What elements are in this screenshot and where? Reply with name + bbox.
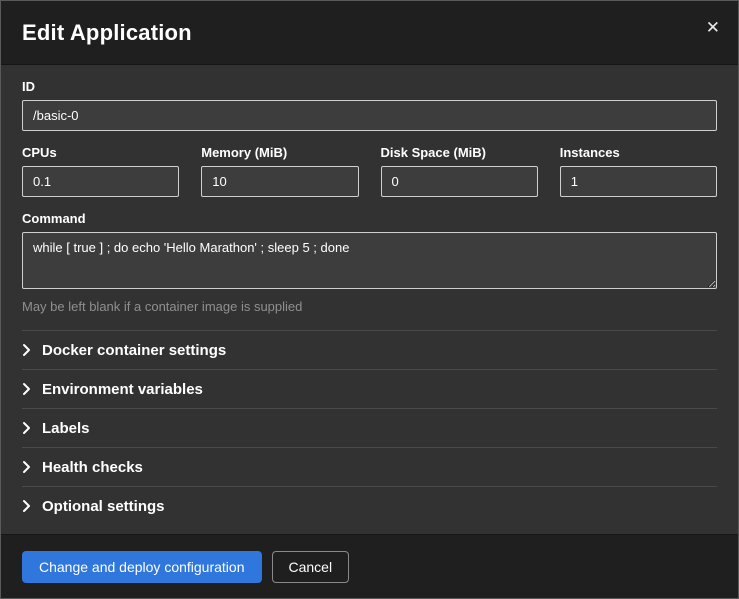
section-optional-settings[interactable]: Optional settings	[22, 486, 717, 525]
memory-label: Memory (MiB)	[201, 145, 358, 160]
chevron-right-icon	[22, 499, 38, 513]
modal-title: Edit Application	[22, 20, 192, 46]
section-label: Optional settings	[42, 498, 165, 515]
section-docker-container-settings[interactable]: Docker container settings	[22, 330, 717, 369]
edit-application-modal: Edit Application ✕ ID CPUs Memory (MiB) …	[0, 0, 739, 599]
instances-input[interactable]	[560, 166, 717, 197]
section-label: Docker container settings	[42, 342, 226, 359]
section-labels[interactable]: Labels	[22, 408, 717, 447]
chevron-right-icon	[22, 382, 38, 396]
command-field-group: Command while [ true ] ; do echo 'Hello …	[22, 211, 717, 314]
chevron-right-icon	[22, 343, 38, 357]
command-help-text: May be left blank if a container image i…	[22, 299, 717, 314]
collapsible-sections: Docker container settings Environment va…	[22, 330, 717, 525]
resources-row: CPUs Memory (MiB) Disk Space (MiB) Insta…	[22, 145, 717, 197]
memory-field-group: Memory (MiB)	[201, 145, 358, 197]
disk-input[interactable]	[381, 166, 538, 197]
instances-field-group: Instances	[560, 145, 717, 197]
command-label: Command	[22, 211, 717, 226]
section-health-checks[interactable]: Health checks	[22, 447, 717, 486]
section-label: Health checks	[42, 459, 143, 476]
modal-header: Edit Application ✕	[1, 1, 738, 65]
cancel-button[interactable]: Cancel	[272, 551, 350, 583]
change-and-deploy-button[interactable]: Change and deploy configuration	[22, 551, 262, 583]
id-field-group: ID	[22, 79, 717, 131]
cpus-label: CPUs	[22, 145, 179, 160]
id-input[interactable]	[22, 100, 717, 131]
section-label: Environment variables	[42, 381, 203, 398]
disk-label: Disk Space (MiB)	[381, 145, 538, 160]
command-textarea[interactable]: while [ true ] ; do echo 'Hello Marathon…	[22, 232, 717, 289]
chevron-right-icon	[22, 460, 38, 474]
instances-label: Instances	[560, 145, 717, 160]
close-icon[interactable]: ✕	[702, 15, 724, 40]
cpus-input[interactable]	[22, 166, 179, 197]
section-label: Labels	[42, 420, 90, 437]
chevron-right-icon	[22, 421, 38, 435]
modal-footer: Change and deploy configuration Cancel	[1, 534, 738, 598]
disk-field-group: Disk Space (MiB)	[381, 145, 538, 197]
section-environment-variables[interactable]: Environment variables	[22, 369, 717, 408]
modal-body: ID CPUs Memory (MiB) Disk Space (MiB) In…	[1, 65, 738, 534]
memory-input[interactable]	[201, 166, 358, 197]
cpus-field-group: CPUs	[22, 145, 179, 197]
id-label: ID	[22, 79, 717, 94]
